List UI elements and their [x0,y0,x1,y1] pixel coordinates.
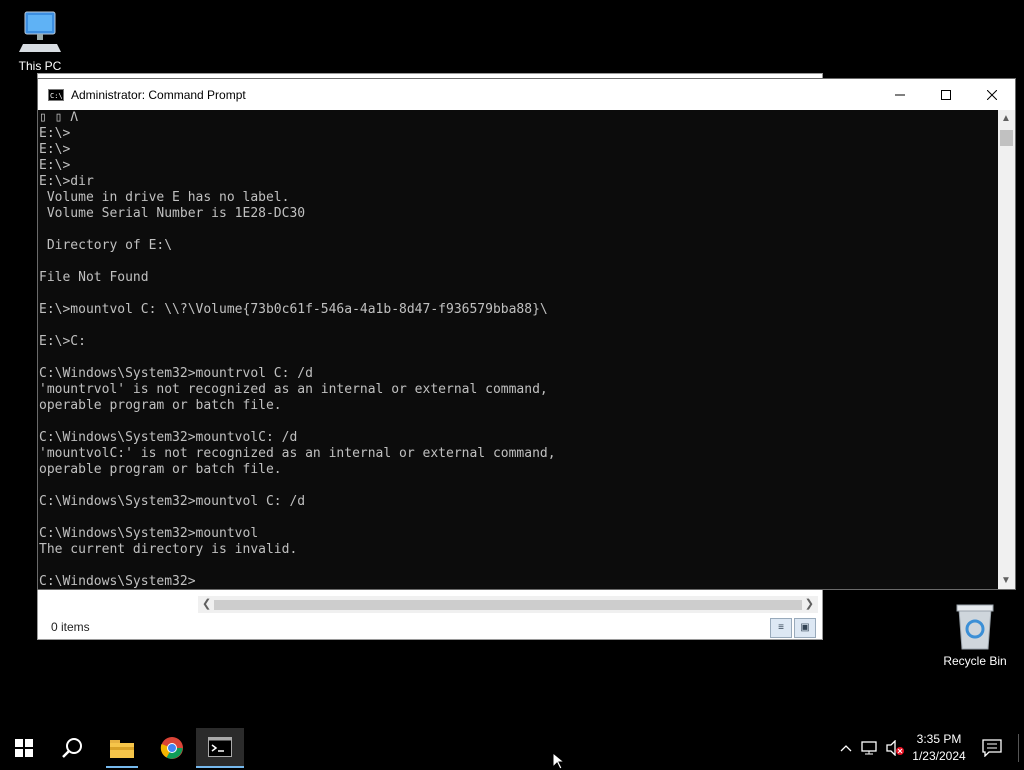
taskbar-command-prompt[interactable] [196,728,244,768]
horizontal-scrollbar[interactable]: ❮ ❯ [198,596,818,613]
scrollbar-thumb[interactable] [214,600,802,610]
mouse-cursor-icon [552,752,566,770]
maximize-icon [941,89,951,100]
clock-date: 1/23/2024 [912,749,966,763]
clock-time: 3:35 PM [916,732,962,746]
recycle-bin-icon [956,604,994,650]
action-center-button[interactable] [982,728,1002,768]
start-button[interactable] [0,728,48,768]
console-text[interactable]: ▯ ▯ Λ E:\> E:\> E:\> E:\>dir Volume in d… [39,110,999,589]
clock[interactable]: 3:35 PM 1/23/2024 [905,731,973,765]
taskbar-file-explorer[interactable] [98,728,146,768]
minimize-button[interactable] [877,79,923,110]
taskbar-chrome[interactable] [148,728,196,768]
large-icons-view-icon[interactable]: ▣ [794,618,816,638]
chrome-icon [160,737,183,759]
maximize-button[interactable] [923,79,969,110]
console-output[interactable]: ▯ ▯ Λ E:\> E:\> E:\> E:\>dir Volume in d… [39,110,999,589]
window-title: Administrator: Command Prompt [71,87,246,102]
details-view-icon[interactable]: ≡ [770,618,792,638]
volume-muted-icon [886,740,904,756]
scroll-right-icon[interactable]: ❯ [805,597,814,610]
scrollbar-thumb[interactable] [1000,130,1013,146]
this-pc-desktop-icon[interactable]: This PC [0,10,80,73]
command-prompt-app-icon: C:\ [48,88,64,101]
scroll-down-icon[interactable]: ▼ [1001,575,1011,586]
command-prompt-window[interactable]: C:\ Administrator: Command Prompt ▯ ▯ Λ … [37,78,1016,590]
taskbar: 3:35 PM 1/23/2024 [0,728,1024,768]
show-desktop-divider[interactable] [1018,734,1019,762]
search-icon [62,738,82,758]
volume-button[interactable] [885,728,905,768]
window-titlebar[interactable]: C:\ Administrator: Command Prompt [38,79,1015,110]
show-hidden-icons-button[interactable] [838,728,854,768]
chevron-up-icon [840,745,852,752]
notifications-icon [982,739,1002,757]
recycle-bin-desktop-icon[interactable]: Recycle Bin [936,603,1014,668]
this-pc-label: This PC [18,59,62,73]
recycle-bin-label: Recycle Bin [943,654,1007,668]
minimize-icon [895,94,905,95]
search-button[interactable] [48,728,96,768]
close-icon [987,89,997,100]
network-button[interactable] [861,728,879,768]
scroll-left-icon[interactable]: ❮ [202,597,211,610]
computer-icon [19,11,61,52]
command-prompt-icon [208,737,232,757]
scroll-up-icon[interactable]: ▲ [1001,113,1011,124]
vertical-scrollbar[interactable]: ▲ ▼ [998,110,1015,589]
network-icon [861,741,877,755]
close-button[interactable] [969,79,1015,110]
file-explorer-icon [110,740,134,758]
start-icon [15,739,33,757]
status-item-count: 0 items [51,620,90,634]
